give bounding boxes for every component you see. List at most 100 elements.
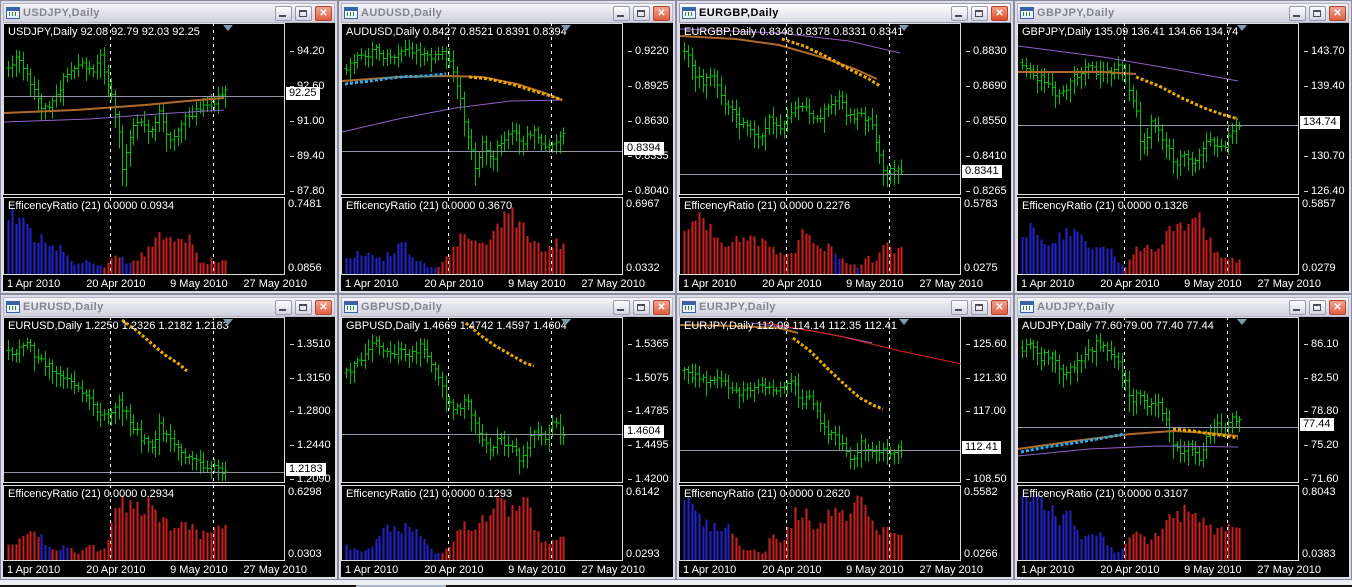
price-chart-pane[interactable]: GBPUSD,Daily 1.4669 1.4742 1.4597 1.4604	[341, 317, 623, 483]
price-chart-pane[interactable]: AUDUSD,Daily 0.8427 0.8521 0.8391 0.8394	[341, 23, 623, 195]
chart-window-icon[interactable]	[1020, 7, 1034, 19]
date-axis-label: 9 May 2010	[1184, 564, 1242, 576]
price-tick: 0.8690	[966, 80, 1007, 92]
window-titlebar[interactable]: EURGBP,Daily	[679, 3, 1011, 23]
date-axis-label: 27 May 2010	[243, 564, 308, 576]
price-scale[interactable]: 1.3510 1.3150 1.2800 1.2440 1.2090 1.2183 0.62…	[285, 317, 335, 561]
time-scale[interactable]: 1 Apr 2010 20 Apr 2010 9 May 2010 27 May…	[1017, 561, 1349, 577]
maximize-button[interactable]	[1309, 5, 1326, 21]
indicator-pane[interactable]: EfficencyRatio (21) 0.0000 0.1293	[341, 485, 623, 561]
indicator-pane[interactable]: EfficencyRatio (21) 0.0000 0.2276	[679, 197, 961, 275]
date-axis-label: 20 Apr 2010	[86, 564, 146, 576]
price-tick: 1.4495	[628, 439, 669, 451]
close-button[interactable]	[315, 299, 332, 315]
price-chart-pane[interactable]: AUDJPY,Daily 77.60 79.00 77.40 77.44	[1017, 317, 1299, 483]
chart-window-icon[interactable]	[344, 7, 358, 19]
price-scale[interactable]: 86.10 82.50 78.80 75.20 71.60 77.44 0.8043 0.03…	[1299, 317, 1349, 561]
maximize-button[interactable]	[1309, 299, 1326, 315]
chart-window-icon[interactable]	[682, 7, 696, 19]
candlestick-plot	[1018, 333, 1242, 468]
time-scale[interactable]: 1 Apr 2010 20 Apr 2010 9 May 2010 27 May…	[679, 275, 1011, 291]
close-button[interactable]	[1329, 5, 1346, 21]
close-button[interactable]	[1329, 299, 1346, 315]
indicator-max-tick: 0.6298	[288, 486, 322, 498]
time-scale[interactable]: 1 Apr 2010 20 Apr 2010 9 May 2010 27 May…	[3, 275, 335, 291]
indicator-pane[interactable]: EfficencyRatio (21) 0.0000 0.2934	[3, 485, 285, 561]
maximize-button[interactable]	[971, 299, 988, 315]
window-title: EURJPY,Daily	[699, 301, 776, 313]
time-scale[interactable]: 1 Apr 2010 20 Apr 2010 9 May 2010 27 May…	[1017, 275, 1349, 291]
close-button[interactable]	[653, 299, 670, 315]
price-scale[interactable]: 1.5365 1.5075 1.4785 1.4495 1.4200 1.4604 0.61…	[623, 317, 673, 561]
minimize-button[interactable]	[613, 5, 630, 21]
minimize-button[interactable]	[1289, 299, 1306, 315]
indicator-pane[interactable]: EfficencyRatio (21) 0.0000 0.1326	[1017, 197, 1299, 275]
window-title: GBPUSD,Daily	[361, 301, 443, 313]
price-chart-pane[interactable]: EURUSD,Daily 1.2250 1.2326 1.2182 1.2183	[3, 317, 285, 483]
minimize-button[interactable]	[951, 299, 968, 315]
candlestick-plot	[6, 318, 228, 481]
price-tick: 1.4200	[628, 473, 669, 485]
chart-window-icon[interactable]	[682, 301, 696, 313]
date-axis-label: 20 Apr 2010	[1100, 564, 1160, 576]
maximize-button[interactable]	[295, 5, 312, 21]
price-chart-pane[interactable]: EURGBP,Daily 0.8348 0.8378 0.8331 0.8341	[679, 23, 961, 195]
price-scale[interactable]: 0.9220 0.8925 0.8630 0.8335 0.8040 0.8394 0.69…	[623, 23, 673, 275]
minimize-button[interactable]	[275, 5, 292, 21]
time-scale[interactable]: 1 Apr 2010 20 Apr 2010 9 May 2010 27 May…	[3, 561, 335, 577]
window-titlebar[interactable]: GBPJPY,Daily	[1017, 3, 1349, 23]
mdi-workspace: USDJPY,Daily USDJPY,Daily 92.08 92.79 92…	[0, 0, 1352, 587]
time-scale[interactable]: 1 Apr 2010 20 Apr 2010 9 May 2010 27 May…	[341, 561, 673, 577]
chart-shift-triangle-icon[interactable]	[899, 25, 909, 31]
chart-window-icon[interactable]	[6, 7, 20, 19]
indicator-min-tick: 0.0293	[626, 548, 660, 560]
close-button[interactable]	[991, 5, 1008, 21]
window-titlebar[interactable]: AUDUSD,Daily	[341, 3, 673, 23]
chart-ohlc-label: AUDJPY,Daily 77.60 79.00 77.40 77.44	[1022, 320, 1214, 332]
chart-shift-triangle-icon[interactable]	[899, 319, 909, 325]
price-chart-pane[interactable]: USDJPY,Daily 92.08 92.79 92.03 92.25	[3, 23, 285, 195]
chart-shift-triangle-icon[interactable]	[1237, 25, 1247, 31]
time-scale[interactable]: 1 Apr 2010 20 Apr 2010 9 May 2010 27 May…	[679, 561, 1011, 577]
window-titlebar[interactable]: EURUSD,Daily	[3, 297, 335, 317]
window-titlebar[interactable]: EURJPY,Daily	[679, 297, 1011, 317]
period-separator	[213, 317, 214, 561]
minimize-button[interactable]	[1289, 5, 1306, 21]
chart-window-icon[interactable]	[6, 301, 20, 313]
maximize-button[interactable]	[633, 299, 650, 315]
indicator-pane[interactable]: EfficencyRatio (21) 0.0000 0.2620	[679, 485, 961, 561]
window-title: GBPJPY,Daily	[1037, 7, 1115, 19]
price-chart-pane[interactable]: GBPJPY,Daily 135.09 136.41 134.66 134.74	[1017, 23, 1299, 195]
price-chart-pane[interactable]: EURJPY,Daily 112.09 114.14 112.35 112.41	[679, 317, 962, 483]
close-button[interactable]	[653, 5, 670, 21]
close-button[interactable]	[991, 299, 1008, 315]
indicator-pane[interactable]: EfficencyRatio (21) 0.0000 0.3670	[341, 197, 623, 275]
price-scale[interactable]: 94.20 92.60 91.00 89.40 87.80 92.25 0.7481 0.08…	[285, 23, 335, 275]
maximize-button[interactable]	[971, 5, 988, 21]
chart-shift-triangle-icon[interactable]	[223, 25, 233, 31]
price-scale[interactable]: 143.70 139.40 130.70 126.40 134.74 0.5857 0.02…	[1299, 23, 1349, 275]
price-scale[interactable]: 125.60 121.30 117.00 108.50 112.41 0.5582 0.02…	[961, 317, 1011, 561]
time-scale[interactable]: 1 Apr 2010 20 Apr 2010 9 May 2010 27 May…	[341, 275, 673, 291]
indicator-pane[interactable]: EfficencyRatio (21) 0.0000 0.3107	[1017, 485, 1299, 561]
client-area-edge	[0, 580, 1352, 587]
window-titlebar[interactable]: AUDJPY,Daily	[1017, 297, 1349, 317]
window-titlebar[interactable]: GBPUSD,Daily	[341, 297, 673, 317]
maximize-button[interactable]	[633, 5, 650, 21]
chart-shift-triangle-icon[interactable]	[223, 319, 233, 325]
indicator-pane[interactable]: EfficencyRatio (21) 0.0000 0.0934	[3, 197, 285, 275]
chart-shift-triangle-icon[interactable]	[561, 319, 571, 325]
window-titlebar[interactable]: USDJPY,Daily	[3, 3, 335, 23]
indicator-max-tick: 0.5783	[964, 198, 998, 210]
chart-shift-triangle-icon[interactable]	[1237, 319, 1247, 325]
minimize-button[interactable]	[275, 299, 292, 315]
chart-shift-triangle-icon[interactable]	[561, 25, 571, 31]
price-scale[interactable]: 0.8830 0.8690 0.8550 0.8410 0.8265 0.8341 0.57…	[961, 23, 1011, 275]
minimize-button[interactable]	[951, 5, 968, 21]
chart-window-icon[interactable]	[344, 301, 358, 313]
period-separator	[551, 23, 552, 275]
close-button[interactable]	[315, 5, 332, 21]
minimize-button[interactable]	[613, 299, 630, 315]
maximize-button[interactable]	[295, 299, 312, 315]
chart-window-icon[interactable]	[1020, 301, 1034, 313]
